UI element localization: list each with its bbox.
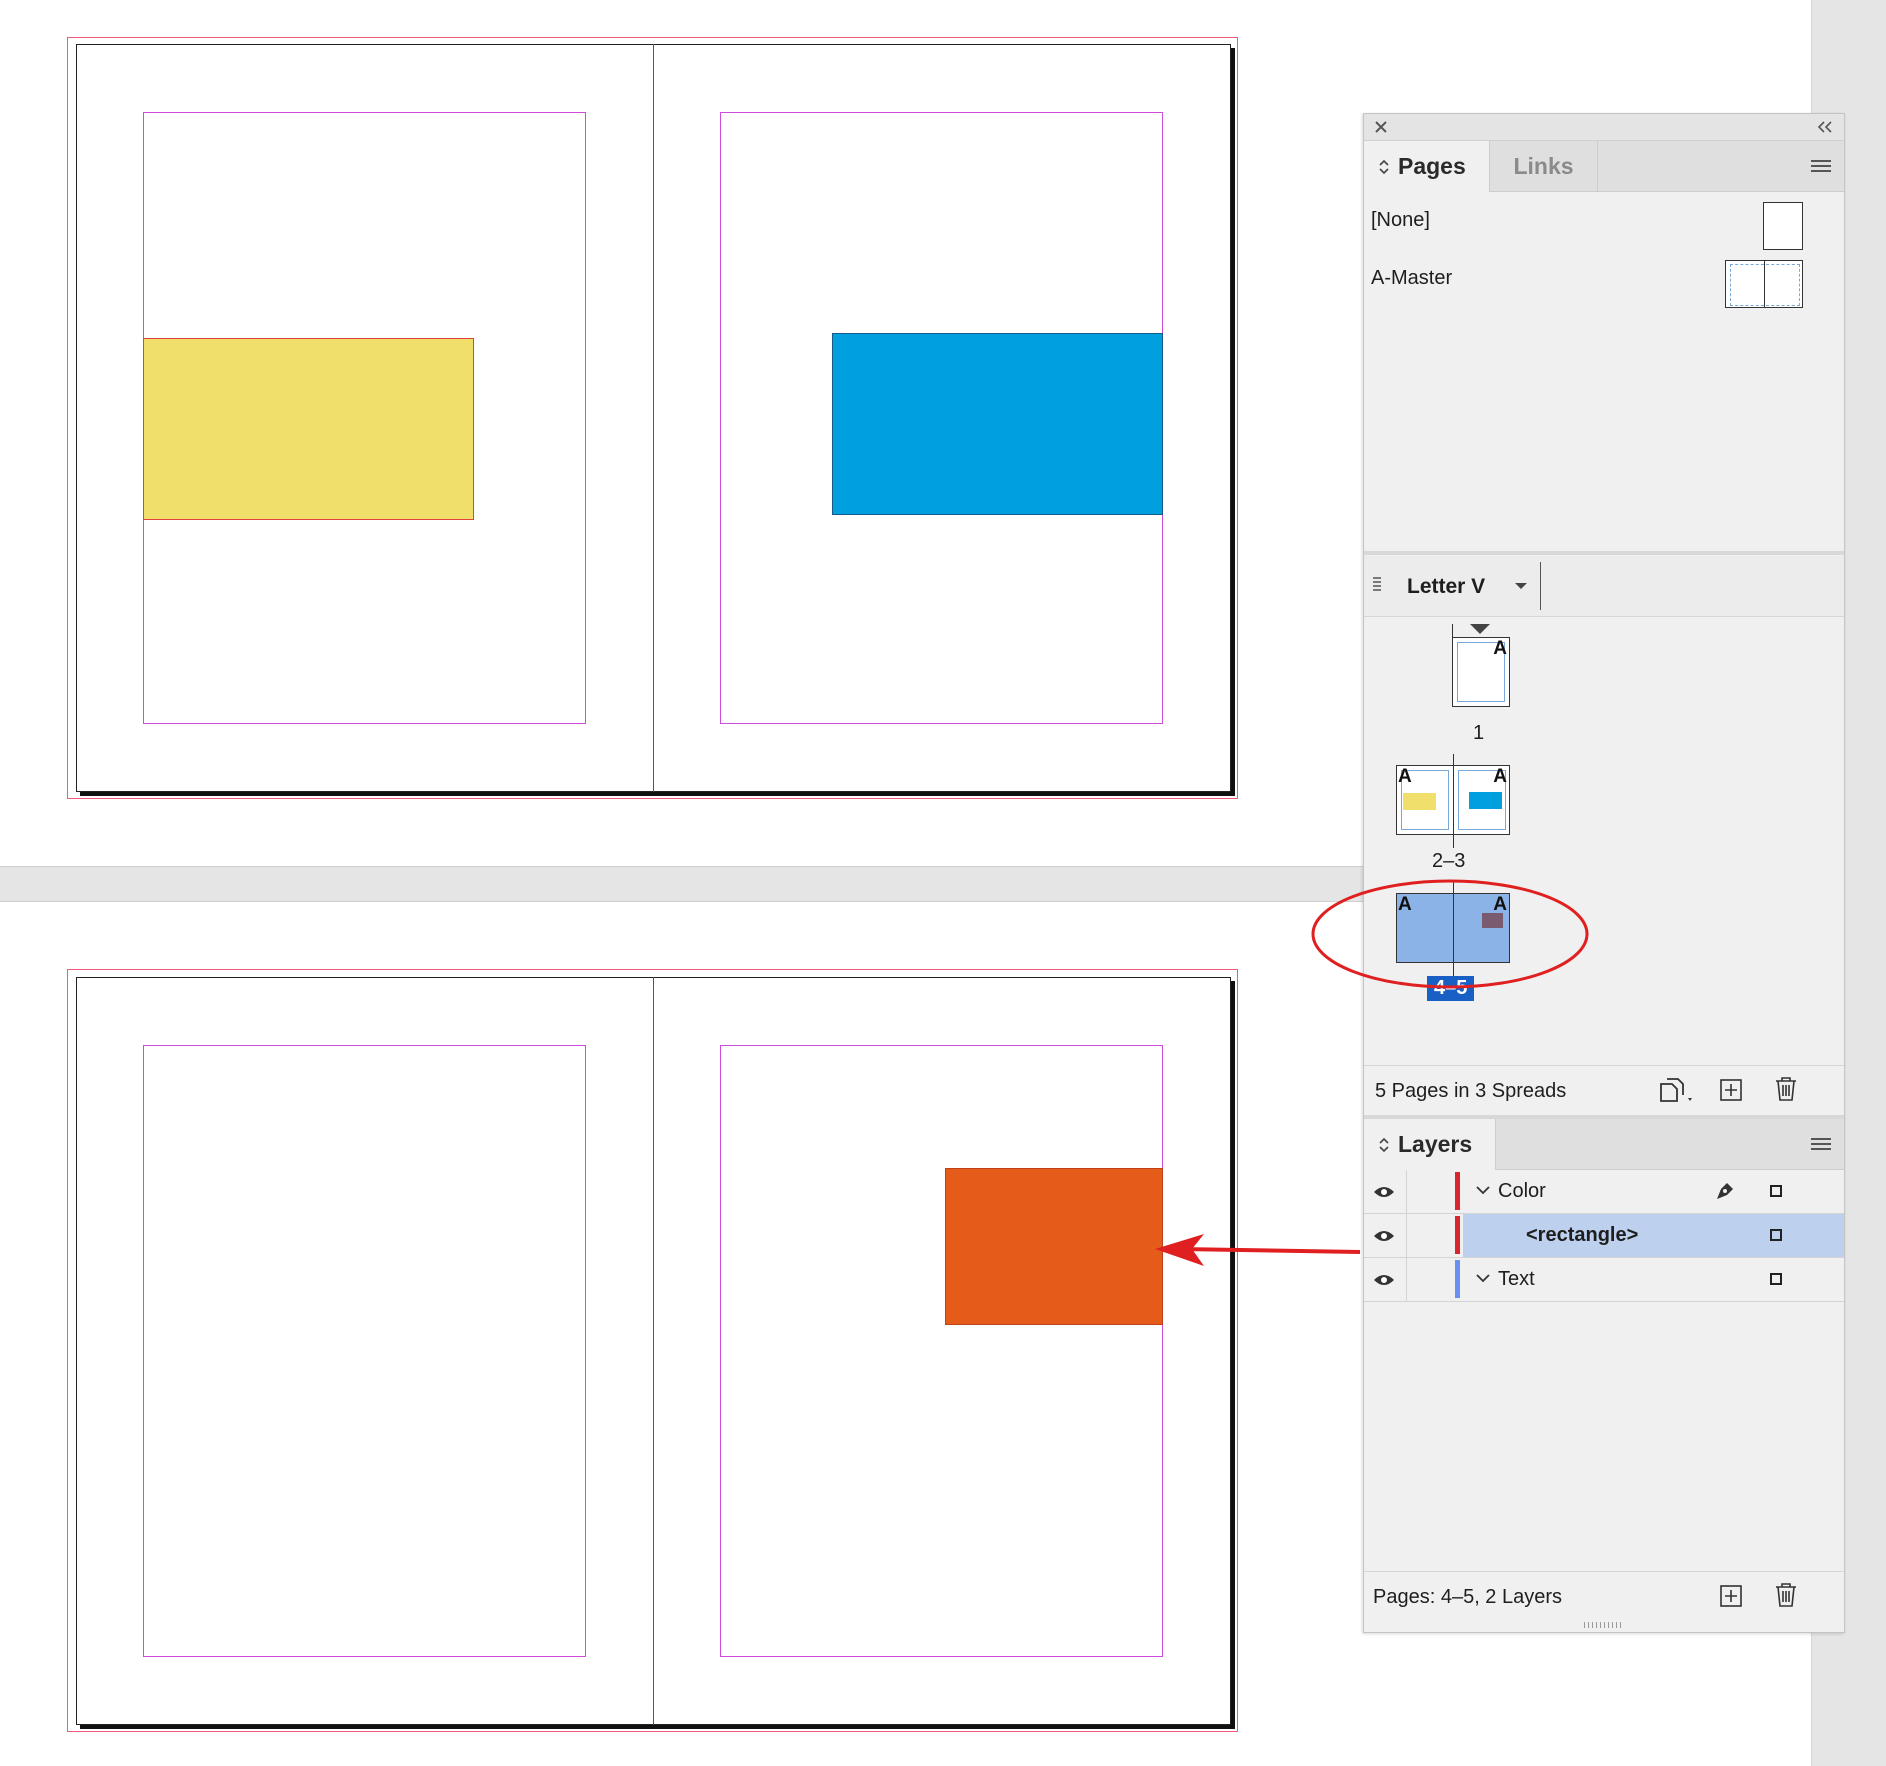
- page-size-separator: [1540, 562, 1541, 610]
- page-size-label[interactable]: Letter V: [1407, 575, 1485, 599]
- spread-2-3-label[interactable]: 2–3: [1432, 850, 1465, 873]
- close-icon[interactable]: [1374, 120, 1388, 134]
- start-marker-icon: [1470, 624, 1490, 634]
- pages-status-text: 5 Pages in 3 Spreads: [1375, 1080, 1567, 1102]
- layer-row-rectangle[interactable]: <rectangle>: [1364, 1214, 1844, 1258]
- spread-2-3-thumbnail[interactable]: A A: [1396, 754, 1510, 848]
- master-a-guides: [1730, 264, 1800, 306]
- layers-footer: Pages: 4–5, 2 Layers: [1364, 1571, 1844, 1622]
- layer-row-color[interactable]: Color: [1364, 1170, 1844, 1214]
- page-size-row: Letter V: [1364, 556, 1844, 617]
- layer-target-icon[interactable]: [1770, 1185, 1782, 1197]
- pages-section-divider[interactable]: [1364, 551, 1844, 555]
- blue-rectangle[interactable]: [832, 333, 1163, 515]
- sort-arrows-icon: [1379, 159, 1389, 174]
- layer-name-color[interactable]: Color: [1498, 1180, 1546, 1203]
- eye-icon[interactable]: [1373, 1273, 1395, 1287]
- tab-layers-label: Layers: [1398, 1131, 1473, 1157]
- eye-icon[interactable]: [1373, 1229, 1395, 1243]
- blue-rectangle-thumbnail: [1469, 792, 1502, 809]
- page-1-label[interactable]: 1: [1473, 722, 1484, 745]
- master-none[interactable]: [None]: [1371, 209, 1430, 232]
- pages-panel-menu-icon[interactable]: [1811, 157, 1831, 175]
- panel-title-bar: [1364, 114, 1844, 141]
- grip-icon: [1373, 577, 1381, 591]
- lock-column[interactable]: [1406, 1258, 1407, 1301]
- object-target-icon[interactable]: [1770, 1229, 1782, 1241]
- tab-pages[interactable]: Pages: [1364, 141, 1490, 192]
- tab-pages-label: Pages: [1398, 153, 1466, 179]
- chevron-down-icon[interactable]: [1476, 1185, 1490, 1195]
- yellow-rectangle-thumbnail: [1403, 793, 1436, 810]
- pages-tab-strip: Pages Links: [1364, 141, 1844, 192]
- sort-arrows-icon: [1379, 1137, 1389, 1152]
- margin-guide-page-4: [143, 1045, 586, 1657]
- collapse-panel-icon[interactable]: [1816, 121, 1834, 133]
- object-name-rectangle[interactable]: <rectangle>: [1526, 1224, 1638, 1247]
- tab-links[interactable]: Links: [1490, 141, 1598, 192]
- orange-rectangle[interactable]: [945, 1168, 1163, 1325]
- selected-object-highlight: [1463, 1214, 1844, 1257]
- spread-2-3-badge-left: A: [1398, 766, 1412, 787]
- delete-layer-icon[interactable]: [1775, 1583, 1797, 1607]
- new-layer-icon[interactable]: [1720, 1585, 1742, 1607]
- layer-row-text[interactable]: Text: [1364, 1258, 1844, 1302]
- lock-column[interactable]: [1406, 1170, 1407, 1213]
- layer-name-text[interactable]: Text: [1498, 1268, 1535, 1291]
- tab-links-label: Links: [1513, 153, 1574, 179]
- resize-grip[interactable]: [1584, 1622, 1624, 1628]
- pages-footer: 5 Pages in 3 Spreads: [1364, 1065, 1844, 1116]
- layers-status-text: Pages: 4–5, 2 Layers: [1373, 1586, 1563, 1608]
- tab-layers[interactable]: Layers: [1364, 1119, 1496, 1170]
- page-size-icon[interactable]: [1658, 1078, 1698, 1104]
- master-a[interactable]: A-Master: [1371, 267, 1452, 290]
- layer-target-icon[interactable]: [1770, 1273, 1782, 1285]
- pages-layers-panel: Pages Links [None] A-Master Letter V A 1: [1363, 113, 1845, 1633]
- pen-icon: [1717, 1183, 1733, 1199]
- margin-guide-page-5: [720, 1045, 1163, 1657]
- annotation-arrow: [1155, 1234, 1361, 1266]
- spread-2-3-spine: [1453, 754, 1454, 848]
- spread-2-3-badge-right: A: [1493, 766, 1507, 787]
- master-a-thumbnail[interactable]: [1725, 260, 1803, 308]
- page-1-thumbnail[interactable]: A: [1452, 637, 1510, 707]
- new-page-icon[interactable]: [1720, 1079, 1742, 1101]
- chevron-down-icon[interactable]: [1514, 582, 1528, 590]
- delete-page-icon[interactable]: [1775, 1077, 1797, 1101]
- layers-tab-strip: Layers: [1364, 1119, 1844, 1170]
- layer-color-swatch: [1455, 1172, 1460, 1210]
- page-1-master-badge: A: [1493, 638, 1507, 659]
- master-none-thumbnail[interactable]: [1763, 202, 1803, 250]
- layers-panel-menu-icon[interactable]: [1811, 1135, 1831, 1153]
- spread-top-spine: [653, 44, 654, 792]
- layer-color-swatch: [1455, 1216, 1460, 1254]
- layer-color-swatch: [1455, 1260, 1460, 1298]
- eye-icon[interactable]: [1373, 1185, 1395, 1199]
- yellow-rectangle[interactable]: [143, 338, 474, 520]
- annotation-ellipse: [1311, 879, 1589, 989]
- master-a-spine: [1764, 261, 1765, 307]
- chevron-down-icon[interactable]: [1476, 1273, 1490, 1283]
- spread-bottom-spine: [653, 977, 654, 1725]
- lock-column[interactable]: [1406, 1214, 1407, 1257]
